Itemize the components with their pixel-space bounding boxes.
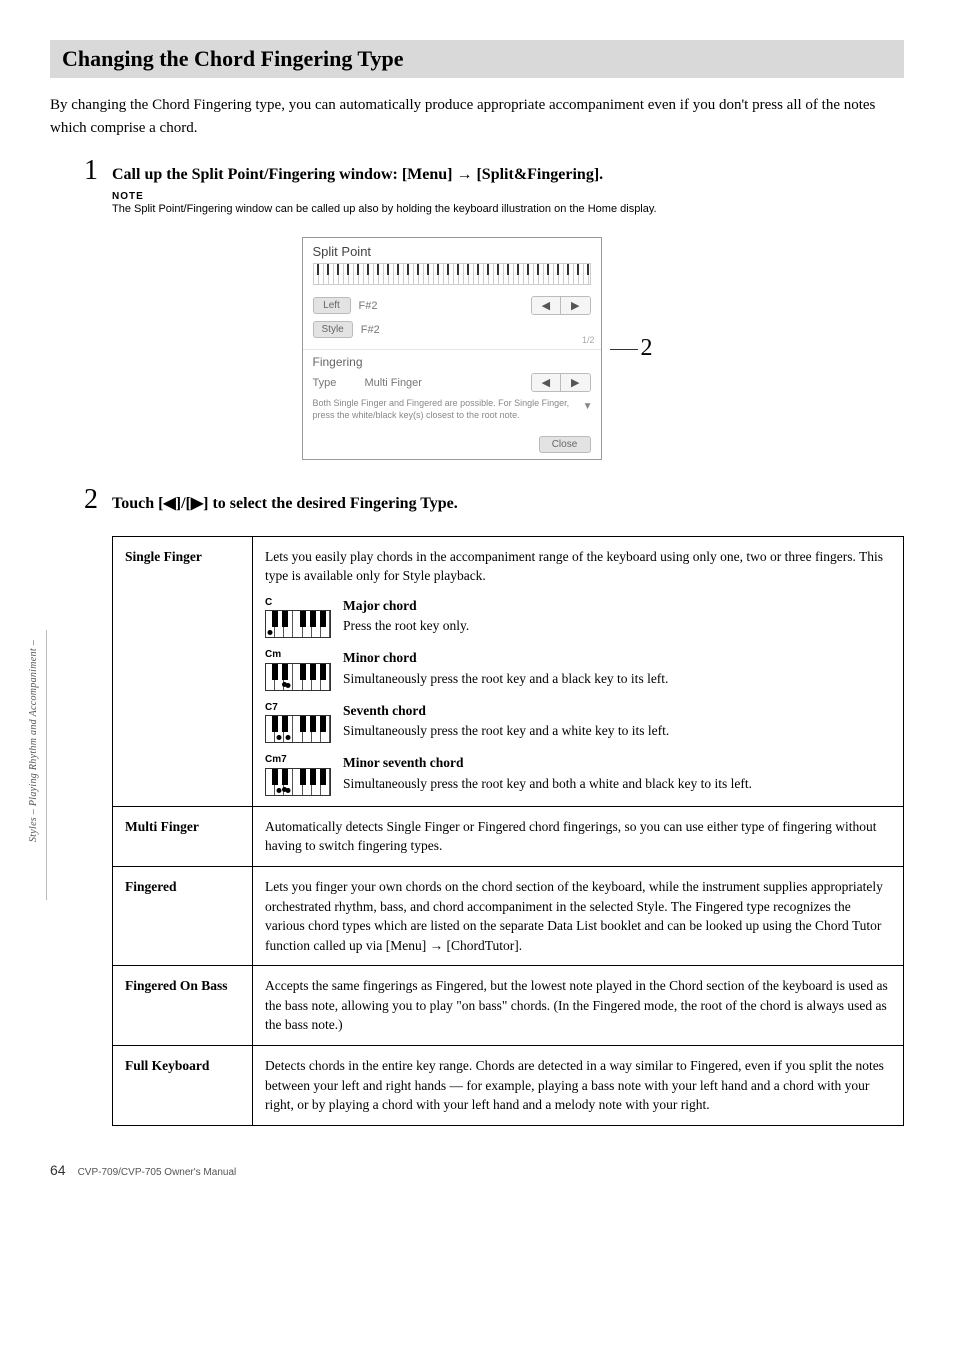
- screenshot-wrapper: Split Point Left F#2 ◀ ▶ Style F#2 1/2 F…: [50, 237, 904, 459]
- intro-paragraph: By changing the Chord Fingering type, yo…: [50, 94, 904, 139]
- step-1-number: 1: [80, 155, 98, 187]
- type-description: Both Single Finger and Fingered are poss…: [303, 394, 601, 429]
- chord-title: Major chord: [343, 596, 469, 616]
- type-prev-button[interactable]: ◀: [532, 374, 561, 391]
- chord-title: Minor chord: [343, 648, 668, 668]
- keyboard-illustration[interactable]: [313, 263, 591, 285]
- section-title: Changing the Chord Fingering Type: [62, 46, 892, 72]
- step-2-number: 2: [80, 484, 98, 516]
- step-2: 2 Touch [◀]/[▶] to select the desired Fi…: [80, 484, 904, 516]
- type-description-text: Both Single Finger and Fingered are poss…: [313, 398, 570, 420]
- row-desc: Lets you easily play chords in the accom…: [253, 536, 904, 806]
- row-desc: Detects chords in the entire key range. …: [253, 1045, 904, 1125]
- window-title: Split Point: [303, 238, 601, 261]
- table-row: Multi Finger Automatically detects Singl…: [113, 806, 904, 866]
- chord-keys-icon: [265, 663, 331, 691]
- splitpoint-prev-button[interactable]: ◀: [532, 297, 561, 314]
- fingering-section-label: Fingering: [303, 350, 601, 371]
- table-row: Single Finger Lets you easily play chord…: [113, 536, 904, 806]
- chord-desc-text: Simultaneously press the root key and bo…: [343, 776, 752, 791]
- row-name: Multi Finger: [113, 806, 253, 866]
- step-2-title: Touch [◀]/[▶] to select the desired Fing…: [112, 493, 458, 513]
- row-name: Full Keyboard: [113, 1045, 253, 1125]
- chord-label: Cm: [265, 648, 331, 663]
- page-number: 64: [50, 1162, 66, 1178]
- chord-label: Cm7: [265, 753, 331, 768]
- type-value: Multi Finger: [365, 377, 523, 389]
- row-desc: Lets you finger your own chords on the c…: [253, 867, 904, 966]
- section-header: Changing the Chord Fingering Type: [50, 40, 904, 78]
- chord-keys-icon: [265, 715, 331, 743]
- split-point-window: Split Point Left F#2 ◀ ▶ Style F#2 1/2 F…: [302, 237, 602, 459]
- chord-keys-icon: [265, 768, 331, 796]
- chord-minor: Cm Minor chord Simultaneously press the …: [265, 648, 891, 691]
- type-label: Type: [313, 377, 357, 389]
- chord-label: C: [265, 596, 331, 611]
- single-finger-intro: Lets you easily play chords in the accom…: [265, 547, 891, 586]
- style-value: F#2: [361, 324, 591, 336]
- row-name: Fingered: [113, 867, 253, 966]
- chord-minor-seventh: Cm7 Minor seventh chord Simultaneously p…: [265, 753, 891, 796]
- chord-desc-text: Press the root key only.: [343, 618, 469, 633]
- fingering-type-table: Single Finger Lets you easily play chord…: [112, 536, 904, 1126]
- callout-number: 2: [641, 335, 653, 361]
- left-value: F#2: [359, 300, 523, 312]
- table-row: Full Keyboard Detects chords in the enti…: [113, 1045, 904, 1125]
- chord-desc-text: Simultaneously press the root key and a …: [343, 723, 669, 738]
- style-button[interactable]: Style: [313, 321, 353, 338]
- close-button[interactable]: Close: [539, 436, 591, 453]
- page-fraction: 1/2: [582, 335, 595, 345]
- note-text: The Split Point/Fingering window can be …: [112, 202, 904, 217]
- splitpoint-next-button[interactable]: ▶: [561, 297, 589, 314]
- row-desc: Automatically detects Single Finger or F…: [253, 806, 904, 866]
- note-label: NOTE: [112, 191, 904, 202]
- dropdown-arrow-icon[interactable]: ▼: [583, 400, 593, 413]
- type-next-button[interactable]: ▶: [561, 374, 589, 391]
- page-footer: 64 CVP-709/CVP-705 Owner's Manual: [50, 1162, 904, 1178]
- manual-reference: CVP-709/CVP-705 Owner's Manual: [78, 1167, 237, 1178]
- chord-major: C Major chord Press the root key only.: [265, 596, 891, 639]
- step-1-title: Call up the Split Point/Fingering window…: [112, 166, 603, 184]
- chord-title: Minor seventh chord: [343, 753, 752, 773]
- row-name: Single Finger: [113, 536, 253, 806]
- side-tab-line: [46, 630, 47, 900]
- table-row: Fingered Lets you finger your own chords…: [113, 867, 904, 966]
- row-desc: Accepts the same fingerings as Fingered,…: [253, 966, 904, 1046]
- table-row: Fingered On Bass Accepts the same finger…: [113, 966, 904, 1046]
- left-button[interactable]: Left: [313, 297, 351, 314]
- chord-desc-text: Simultaneously press the root key and a …: [343, 671, 668, 686]
- step-1-note: NOTE The Split Point/Fingering window ca…: [112, 191, 904, 217]
- step-1: 1 Call up the Split Point/Fingering wind…: [80, 155, 904, 217]
- callout-marker: 2: [610, 335, 653, 362]
- chord-keys-icon: [265, 610, 331, 638]
- chord-seventh: C7 Seventh chord Simultaneously press th…: [265, 701, 891, 744]
- chord-title: Seventh chord: [343, 701, 669, 721]
- chord-label: C7: [265, 701, 331, 716]
- side-tab-label: Styles – Playing Rhythm and Accompanimen…: [28, 640, 39, 842]
- row-name: Fingered On Bass: [113, 966, 253, 1046]
